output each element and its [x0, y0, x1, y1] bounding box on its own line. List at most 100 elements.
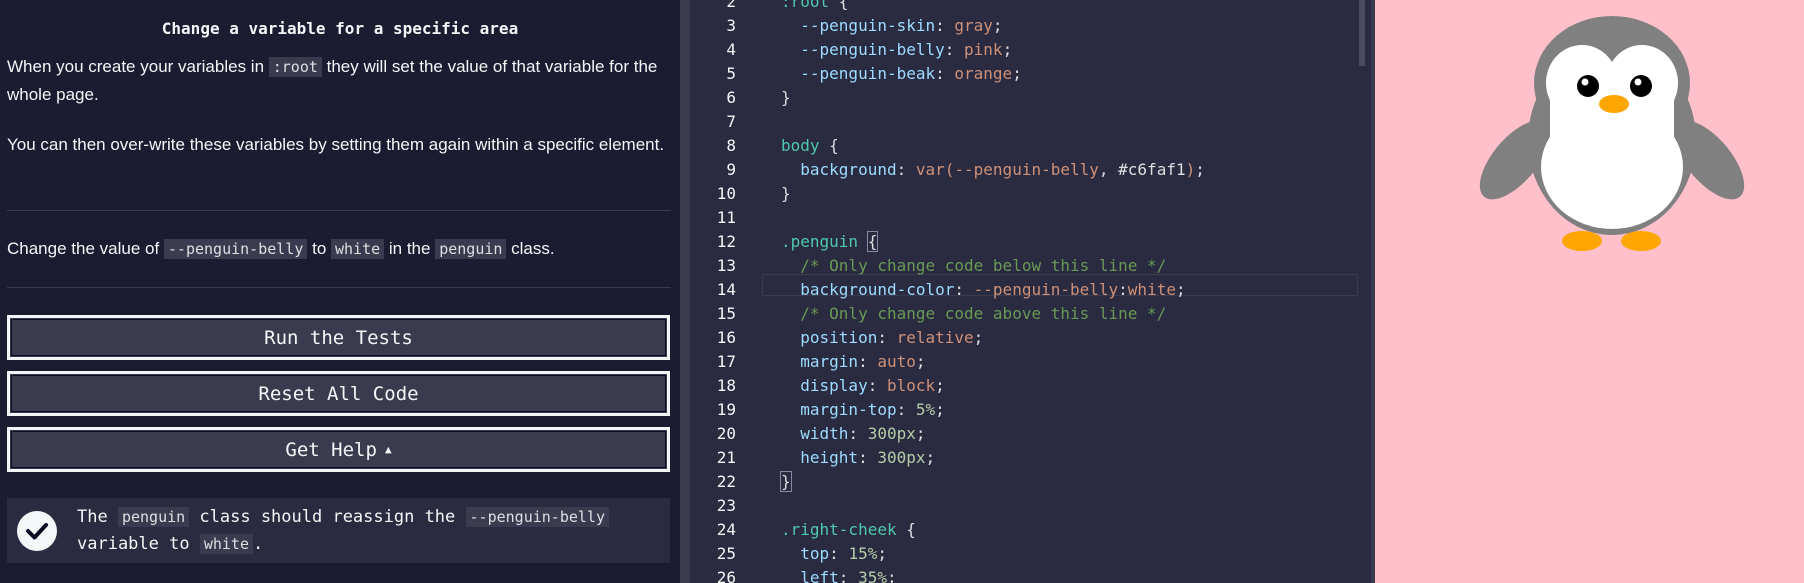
line-number: 23 — [716, 496, 736, 515]
code-text[interactable]: /* Only change code below this line */ — [781, 254, 1166, 278]
code-text[interactable]: width: 300px; — [781, 422, 926, 446]
code-line[interactable]: 14 background-color: --penguin-belly:whi… — [690, 278, 1371, 302]
preview-pane — [1375, 0, 1804, 583]
run-tests-button[interactable]: Run the Tests — [7, 315, 670, 360]
line-number: 4 — [726, 40, 736, 59]
line-number: 15 — [716, 304, 736, 323]
code-line[interactable]: 8 body { — [690, 134, 1371, 158]
code-text[interactable]: } — [781, 86, 791, 110]
code-text[interactable]: :root { — [781, 0, 848, 14]
line-number: 2 — [726, 0, 736, 11]
code-token: 5% — [915, 400, 936, 419]
code-line[interactable]: 3 --penguin-skin: gray; — [690, 14, 1371, 38]
code-token: ; — [1012, 64, 1022, 83]
code-line[interactable]: 25 top: 15%; — [690, 542, 1371, 566]
code-line[interactable]: 2 :root { — [690, 0, 1371, 14]
code-line[interactable]: 21 height: 300px; — [690, 446, 1371, 470]
code-token: :root — [781, 0, 830, 11]
code-line[interactable]: 12 .penguin { — [690, 230, 1371, 254]
code-line[interactable]: 24 .right-cheek { — [690, 518, 1371, 542]
code-token: .right-cheek — [781, 520, 897, 539]
line-number: 26 — [716, 568, 736, 583]
code-line[interactable]: 10} — [690, 182, 1371, 206]
code-line[interactable]: 5 --penguin-beak: orange; — [690, 62, 1371, 86]
penguin-illustration — [1479, 16, 1745, 251]
inline-code: white — [199, 533, 253, 554]
line-number: 16 — [716, 328, 736, 347]
code-line[interactable]: 13 /* Only change code below this line *… — [690, 254, 1371, 278]
code-line[interactable]: 9 background: var(--penguin-belly, #c6fa… — [690, 158, 1371, 182]
code-token: : — [954, 280, 974, 299]
code-text[interactable]: margin: auto; — [781, 350, 926, 374]
code-token: ; — [915, 424, 926, 443]
lesson-title: Change a variable for a specific area — [161, 19, 519, 38]
code-token: height — [800, 448, 859, 467]
code-text[interactable]: display: block; — [781, 374, 945, 398]
penguin-right-eye — [1630, 75, 1652, 97]
code-token: ; — [935, 376, 945, 395]
code-line[interactable]: 6} — [690, 86, 1371, 110]
code-text[interactable]: --penguin-beak: orange; — [781, 62, 1022, 86]
code-text[interactable]: .right-cheek { — [781, 518, 916, 542]
get-help-label: Get Help — [285, 438, 377, 461]
code-line[interactable]: 11 — [690, 206, 1371, 230]
code-token: margin-top — [800, 400, 897, 419]
code-text[interactable]: --penguin-skin: gray; — [781, 14, 1002, 38]
code-text[interactable]: height: 300px; — [781, 446, 935, 470]
code-text[interactable]: } — [780, 470, 792, 494]
code-text[interactable]: top: 15%; — [781, 542, 887, 566]
code-token: : — [877, 328, 897, 347]
code-text[interactable]: .penguin { — [781, 230, 879, 254]
code-line[interactable]: 23 — [690, 494, 1371, 518]
code-token: ; — [877, 544, 887, 563]
code-line[interactable]: 22} — [690, 470, 1371, 494]
code-text[interactable]: background-color: --penguin-belly:white; — [781, 278, 1185, 302]
code-line[interactable]: 15 /* Only change code above this line *… — [690, 302, 1371, 326]
code-text[interactable]: margin-top: 5%; — [781, 398, 945, 422]
code-line[interactable]: 7 — [690, 110, 1371, 134]
code-line[interactable]: 20 width: 300px; — [690, 422, 1371, 446]
code-line[interactable]: 19 margin-top: 5%; — [690, 398, 1371, 422]
code-text[interactable]: --penguin-belly: pink; — [781, 38, 1012, 62]
line-number: 18 — [716, 376, 736, 395]
code-token: white — [1127, 280, 1176, 299]
code-line[interactable]: 4 --penguin-belly: pink; — [690, 38, 1371, 62]
inline-code: penguin — [117, 506, 190, 527]
inline-code: --penguin-belly — [465, 506, 609, 527]
code-token: : — [838, 568, 859, 583]
panel-splitter[interactable] — [680, 0, 690, 583]
code-line[interactable]: 26 left: 35%; — [690, 566, 1371, 583]
inline-code: --penguin-belly — [163, 239, 308, 259]
code-token: 300px — [867, 424, 916, 443]
text: class. — [506, 239, 555, 258]
code-text[interactable]: left: 35%; — [781, 566, 897, 583]
get-help-button[interactable]: Get Help ▲ — [7, 427, 670, 472]
code-token: ; — [915, 352, 926, 371]
line-number: 11 — [716, 208, 736, 227]
code-text[interactable]: /* Only change code above this line */ — [781, 302, 1166, 326]
description-paragraph-2: You can then over-write these variables … — [7, 135, 665, 154]
text: class should reassign the — [189, 506, 466, 527]
line-number: 17 — [716, 352, 736, 371]
reset-code-button[interactable]: Reset All Code — [7, 371, 670, 416]
code-line[interactable]: 18 display: block; — [690, 374, 1371, 398]
code-token: position — [800, 328, 878, 347]
code-token: { — [819, 136, 839, 155]
line-number: 7 — [726, 112, 736, 131]
code-line[interactable]: 17 margin: auto; — [690, 350, 1371, 374]
line-number: 21 — [716, 448, 736, 467]
code-line[interactable]: 16 position: relative; — [690, 326, 1371, 350]
code-token: : — [848, 424, 868, 443]
code-editor[interactable]: 2:root {3 --penguin-skin: gray; 4 --pengu… — [690, 0, 1371, 583]
code-text[interactable]: background: var(--penguin-belly, #c6faf1… — [781, 158, 1205, 182]
code-text[interactable]: } — [781, 182, 791, 206]
code-text[interactable]: body { — [781, 134, 839, 158]
code-text[interactable]: position: relative; — [781, 326, 983, 350]
code-token: ; — [1002, 40, 1013, 59]
code-token: var( — [915, 160, 955, 179]
code-token: ; — [886, 568, 897, 583]
